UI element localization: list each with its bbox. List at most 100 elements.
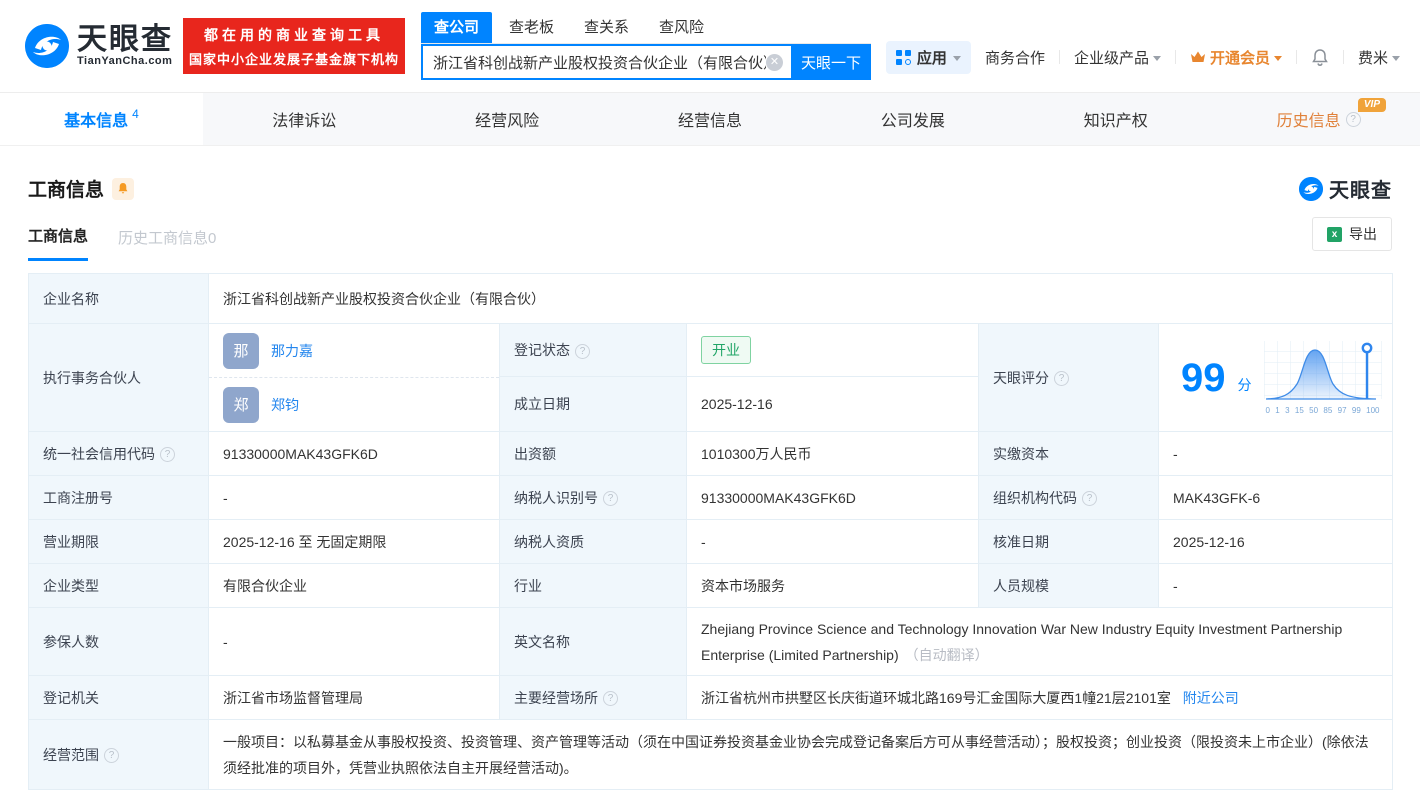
brand-slogan-banner: 都在用的商业查询工具 国家中小企业发展子基金旗下机构: [183, 18, 405, 74]
tab-legal-proceedings[interactable]: 法律诉讼: [203, 93, 406, 145]
chevron-down-icon: [952, 55, 961, 61]
help-icon[interactable]: [575, 344, 590, 360]
divider: [1295, 50, 1297, 64]
table-row: 统一社会信用代码 91330000MAK43GFK6D 出资额 1010300万…: [28, 431, 1394, 476]
taxpayer-id-value: 91330000MAK43GFK6D: [686, 475, 979, 520]
search-tab-company[interactable]: 查公司: [421, 12, 493, 43]
org-code-value: MAK43GFK-6: [1157, 475, 1394, 520]
brand-domain: TianYanCha.com: [77, 55, 173, 67]
staff-size-label: 人员规模: [978, 563, 1159, 608]
tab-company-development[interactable]: 公司发展: [811, 93, 1014, 145]
open-vip-menu[interactable]: 开通会员: [1190, 47, 1282, 68]
watermark-brand-name: 天眼查: [1329, 180, 1392, 202]
address-text: 浙江省杭州市拱墅区长庆街道环城北路169号汇金国际大厦西1幢21层2101室: [701, 689, 1171, 706]
divider: [1342, 50, 1344, 64]
score-value: 99: [1181, 355, 1226, 400]
establish-date-label: 成立日期: [499, 376, 687, 432]
tab-basic-info-label: 基本信息: [64, 113, 129, 130]
tab-operating-info[interactable]: 经营信息: [609, 93, 812, 145]
vip-badge: VIP: [1357, 98, 1387, 112]
username: 费米: [1357, 49, 1388, 67]
score-distribution-chart: 0 1 3 15 50 85 97 99 100: [1263, 340, 1382, 415]
reg-number-label: 工商注册号: [28, 475, 209, 520]
company-type-value: 有限合伙企业: [208, 563, 500, 608]
tab-intellectual-property[interactable]: 知识产权: [1014, 93, 1217, 145]
export-button[interactable]: x 导出: [1312, 217, 1392, 251]
tab-label: 知识产权: [1083, 113, 1148, 130]
business-cooperation-link[interactable]: 商务合作: [985, 47, 1045, 68]
tianyancha-logo[interactable]: 天眼查 TianYanCha.com: [25, 24, 173, 68]
partner-link[interactable]: 那力嘉: [271, 341, 313, 361]
help-icon[interactable]: [104, 748, 119, 764]
search-button[interactable]: 天眼一下: [791, 44, 871, 80]
establish-date-value: 2025-12-16: [686, 376, 979, 432]
company-name-value: 浙江省科创战新产业股权投资合伙企业（有限合伙）: [207, 273, 1394, 324]
help-icon[interactable]: [160, 447, 175, 463]
credit-code-value: 91330000MAK43GFK6D: [208, 431, 500, 476]
subtab-history-registration[interactable]: 历史工商信息0: [118, 227, 216, 260]
search-box: ✕: [421, 44, 791, 80]
table-row: 登记机关 浙江省市场监督管理局 主要经营场所 浙江省杭州市拱墅区长庆街道环城北路…: [28, 675, 1394, 720]
search-tab-boss[interactable]: 查老板: [496, 12, 567, 43]
score-chart-ticks: 0 1 3 15 50 85 97 99 100: [1265, 406, 1380, 415]
help-icon[interactable]: [603, 491, 618, 507]
company-type-label: 企业类型: [28, 563, 209, 608]
brand-name: 天眼查: [77, 23, 173, 56]
help-icon[interactable]: [1082, 491, 1097, 507]
status-badge: 开业: [701, 336, 751, 365]
site-header: 天眼查 TianYanCha.com 都在用的商业查询工具 国家中小企业发展子基…: [0, 0, 1420, 92]
monitor-bell-button[interactable]: [112, 177, 135, 200]
help-icon[interactable]: [1054, 371, 1069, 387]
tab-operating-risk[interactable]: 经营风险: [406, 93, 609, 145]
search-tab-relation[interactable]: 查关系: [571, 12, 642, 43]
partner-item: 郑 郑钧: [209, 377, 499, 431]
search-input[interactable]: [433, 53, 766, 71]
partners-cell: 那 那力嘉 郑 郑钧: [208, 323, 500, 432]
industry-label: 行业: [499, 563, 687, 608]
section-watermark-logo: 天眼查: [1299, 174, 1392, 203]
excel-icon: x: [1327, 226, 1342, 242]
credit-code-label-text: 统一社会信用代码: [43, 445, 155, 462]
user-menu[interactable]: 费米: [1358, 47, 1400, 68]
table-row: 执行事务合伙人 那 那力嘉 郑 郑钧 登记状态 开业 天眼评分 99 分: [28, 322, 1394, 432]
address-label-text: 主要经营场所: [514, 689, 598, 706]
tab-basic-info[interactable]: 基本信息 4: [0, 93, 203, 145]
tab-label: 经营信息: [678, 113, 743, 130]
approval-date-value: 2025-12-16: [1157, 519, 1394, 564]
nearby-companies-link[interactable]: 附近公司: [1183, 690, 1239, 706]
search-tab-risk[interactable]: 查风险: [646, 12, 717, 43]
divider: [1174, 50, 1176, 64]
score-cell: 99 分 0 1 3 15 50 85 97 99 100: [1157, 323, 1394, 432]
notification-bell-icon[interactable]: [1311, 48, 1329, 67]
subtab-current-registration[interactable]: 工商信息: [28, 225, 89, 261]
reg-status-value: 开业: [686, 322, 979, 378]
help-icon[interactable]: [1345, 111, 1361, 127]
partner-link[interactable]: 郑钧: [271, 395, 299, 415]
auto-translate-note: （自动翻译）: [904, 646, 989, 663]
reg-number-value: -: [208, 475, 500, 520]
table-row: 参保人数 - 英文名称 Zhejiang Province Science an…: [28, 607, 1394, 676]
partner-item: 那 那力嘉: [209, 324, 499, 377]
company-nav-tabs: 基本信息 4 法律诉讼 经营风险 经营信息 公司发展 知识产权 VIP 历史信息: [0, 92, 1420, 146]
clear-search-icon[interactable]: ✕: [766, 53, 783, 71]
reg-status-label-text: 登记状态: [514, 342, 570, 359]
help-icon[interactable]: [603, 691, 618, 707]
reg-authority-value: 浙江省市场监督管理局: [208, 675, 500, 720]
crown-icon: [1190, 50, 1206, 64]
search-tabs: 查公司 查老板 查关系 查风险: [421, 12, 871, 44]
slogan-line2: 国家中小企业发展子基金旗下机构: [188, 51, 399, 67]
taxpayer-id-label-text: 纳税人识别号: [514, 489, 598, 506]
score-label-text: 天眼评分: [993, 369, 1049, 386]
tab-history-info[interactable]: VIP 历史信息: [1217, 93, 1420, 145]
chevron-down-icon: [1273, 55, 1282, 61]
english-name-label: 英文名称: [499, 607, 687, 676]
tab-label: 公司发展: [880, 113, 945, 130]
section-title: 工商信息: [28, 180, 105, 201]
export-label: 导出: [1349, 226, 1377, 242]
english-name-value: Zhejiang Province Science and Technology…: [685, 607, 1394, 676]
tab-label: 经营风险: [475, 113, 540, 130]
enterprise-products-menu[interactable]: 企业级产品: [1074, 47, 1161, 68]
industry-value: 资本市场服务: [686, 563, 979, 608]
table-row: 营业期限 2025-12-16 至 无固定期限 纳税人资质 - 核准日期 202…: [28, 519, 1394, 564]
apps-menu[interactable]: 应用: [885, 40, 971, 74]
